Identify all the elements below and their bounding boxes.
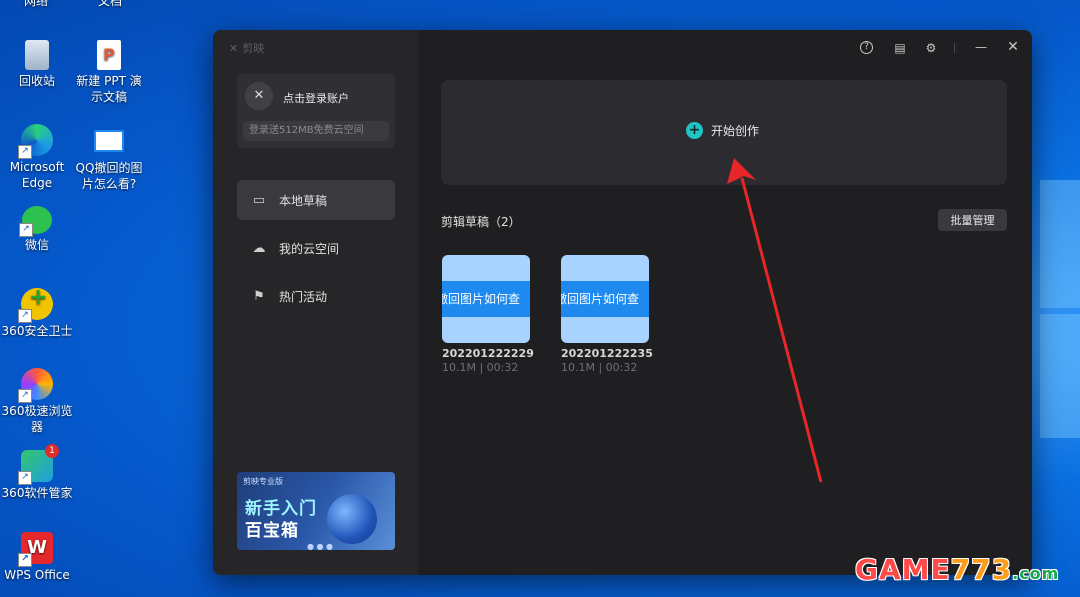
watermark-part1: GAME <box>855 553 951 586</box>
watermark: GAME773.com <box>855 553 1059 586</box>
annotation-arrow <box>727 158 823 483</box>
watermark-part2: 773 <box>950 553 1013 586</box>
watermark-part3: .com <box>1012 564 1060 583</box>
annotation-arrow-shaft <box>740 177 823 483</box>
